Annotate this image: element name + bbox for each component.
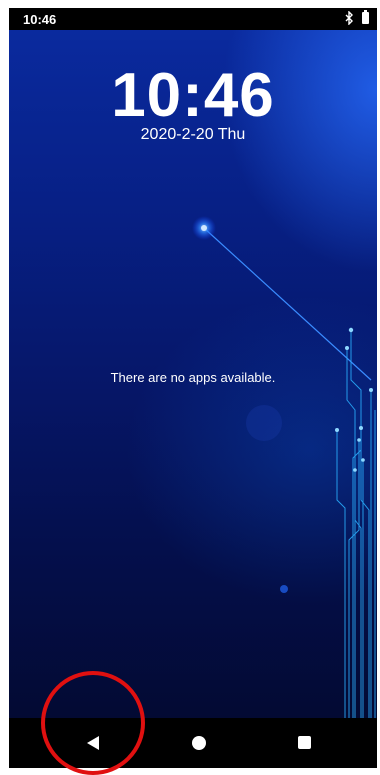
recents-square-icon <box>298 736 311 749</box>
home-button[interactable] <box>164 718 234 768</box>
back-button[interactable] <box>57 718 127 768</box>
lockscreen-clock: 10:46 <box>111 61 275 130</box>
no-apps-message: There are no apps available. <box>110 370 276 385</box>
bluetooth-icon <box>345 11 353 25</box>
recents-button[interactable] <box>270 718 340 768</box>
lockscreen-date: 2020-2-20 Thu <box>140 126 246 143</box>
battery-icon <box>362 10 369 24</box>
lockscreen-wallpaper: 10:46 2020-2-20 Thu There are no apps av… <box>9 30 377 718</box>
status-icons <box>344 10 369 25</box>
home-circle-icon <box>192 736 206 750</box>
phone-screen: 10:46 10:46 2020-2-20 Thu There are no a… <box>9 8 377 768</box>
back-triangle-icon <box>87 736 99 750</box>
status-time: 10:46 <box>23 12 57 27</box>
status-bar: 10:46 <box>9 8 377 30</box>
navigation-bar <box>9 718 377 768</box>
